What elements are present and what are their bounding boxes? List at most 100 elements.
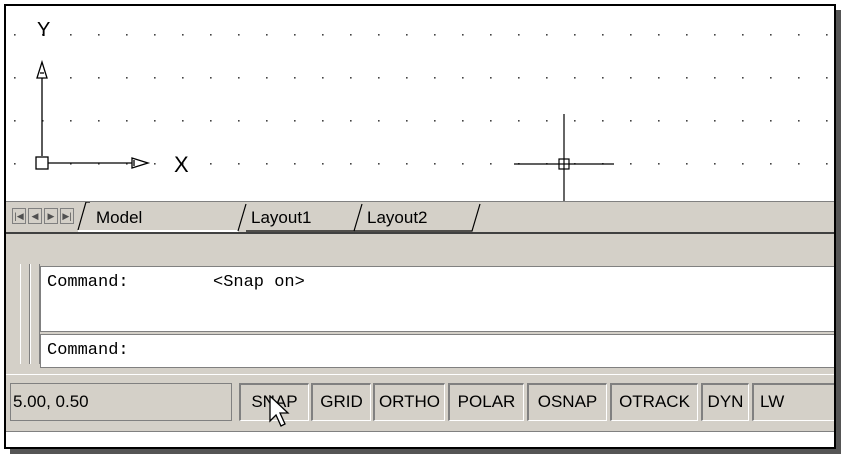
grid-dot	[14, 163, 16, 165]
y-axis-label: Y	[37, 19, 50, 41]
grid-dot	[630, 163, 632, 165]
grid-dot	[14, 120, 16, 122]
grid-dot	[658, 120, 660, 122]
dock-grip-secondary[interactable]	[30, 264, 40, 364]
grid-dot	[406, 120, 408, 122]
polar-toggle[interactable]: POLAR	[448, 383, 524, 421]
grid-dot	[686, 120, 688, 122]
grid-dot	[630, 77, 632, 79]
grid-dot	[154, 163, 156, 165]
grid-dot	[574, 77, 576, 79]
grid-dot	[546, 34, 548, 36]
grid-dot	[126, 77, 128, 79]
grid-dot	[434, 120, 436, 122]
grid-dot	[350, 34, 352, 36]
tab-layout1[interactable]: Layout1	[251, 208, 312, 228]
otrack-toggle[interactable]: OTRACK	[610, 383, 698, 421]
grid-dot	[686, 163, 688, 165]
grid-dot	[770, 77, 772, 79]
grid-dot	[770, 34, 772, 36]
grid-dot	[462, 77, 464, 79]
grid-dot	[98, 34, 100, 36]
grid-dot	[70, 77, 72, 79]
tab-layout2[interactable]: Layout2	[367, 208, 428, 228]
history-prefix: Command:	[47, 273, 129, 292]
grid-dot	[462, 120, 464, 122]
command-window: Command: <Snap on> Command:	[6, 244, 834, 374]
grid-dot	[14, 34, 16, 36]
grid-dot	[546, 77, 548, 79]
grid-dot	[826, 77, 828, 79]
command-input-line[interactable]: Command:	[40, 334, 834, 368]
bottom-strip	[6, 431, 834, 447]
grid-dot	[322, 77, 324, 79]
window-shadow-right	[836, 10, 841, 454]
command-prompt: Command:	[47, 341, 129, 360]
grid-dot	[462, 163, 464, 165]
grid-dot	[350, 163, 352, 165]
grid-dot	[770, 163, 772, 165]
grid-dot	[294, 163, 296, 165]
grid-dot	[378, 163, 380, 165]
grid-dot	[266, 163, 268, 165]
grid-dot	[378, 120, 380, 122]
grid-dot	[378, 34, 380, 36]
grid-dot	[378, 77, 380, 79]
grid-dot	[350, 77, 352, 79]
grid-dot	[714, 120, 716, 122]
grid-dot	[98, 77, 100, 79]
grid-dot	[238, 34, 240, 36]
grid-dot	[658, 163, 660, 165]
grid-dot	[322, 163, 324, 165]
splitter-bar[interactable]	[6, 232, 834, 244]
grid-toggle[interactable]: GRID	[311, 383, 371, 421]
grid-dot	[238, 120, 240, 122]
history-message: <Snap on>	[213, 273, 305, 292]
grid-dot	[434, 34, 436, 36]
grid-dot	[602, 120, 604, 122]
ortho-toggle[interactable]: ORTHO	[373, 383, 445, 421]
dyn-toggle[interactable]: DYN	[701, 383, 749, 421]
grid-dot	[70, 120, 72, 122]
grid-dot	[406, 77, 408, 79]
coordinate-readout: 5.00, 0.50	[10, 383, 232, 421]
dock-grip[interactable]	[20, 264, 30, 364]
lw-toggle[interactable]: LW	[752, 383, 834, 421]
grid-dot	[574, 120, 576, 122]
grid-dot	[154, 34, 156, 36]
grid-dot	[658, 34, 660, 36]
grid-dot	[798, 34, 800, 36]
grid-dot	[182, 120, 184, 122]
drawing-canvas[interactable]: Y X	[6, 6, 834, 201]
grid-dot	[210, 163, 212, 165]
grid-dot	[406, 34, 408, 36]
grid-dot	[518, 34, 520, 36]
layout-tab-bar: |◀ ◀ ▶ ▶| Model Layout1 Layout2	[6, 201, 834, 232]
grid-dot	[686, 77, 688, 79]
grid-dot	[714, 77, 716, 79]
grid-dot	[238, 163, 240, 165]
tab-model[interactable]: Model	[96, 208, 142, 228]
grid-dot	[70, 34, 72, 36]
grid-dot	[798, 120, 800, 122]
grid-dot	[126, 120, 128, 122]
grid-dot	[434, 77, 436, 79]
grid-dot	[630, 120, 632, 122]
grid-dot	[602, 34, 604, 36]
osnap-toggle[interactable]: OSNAP	[527, 383, 607, 421]
grid-dot	[826, 120, 828, 122]
window-shadow-bottom	[10, 449, 841, 454]
grid-dot	[210, 120, 212, 122]
grid-dot	[266, 34, 268, 36]
grid-dot	[182, 34, 184, 36]
x-axis-label: X	[174, 152, 189, 177]
command-history: Command: <Snap on>	[40, 266, 834, 332]
crosshair-cursor	[514, 114, 614, 201]
grid-dot	[630, 34, 632, 36]
grid-dot	[322, 120, 324, 122]
drawing-area[interactable]: Y X	[6, 6, 834, 201]
grid-dot	[126, 34, 128, 36]
grid-dot	[182, 77, 184, 79]
grid-dot	[154, 77, 156, 79]
grid-dot	[574, 34, 576, 36]
